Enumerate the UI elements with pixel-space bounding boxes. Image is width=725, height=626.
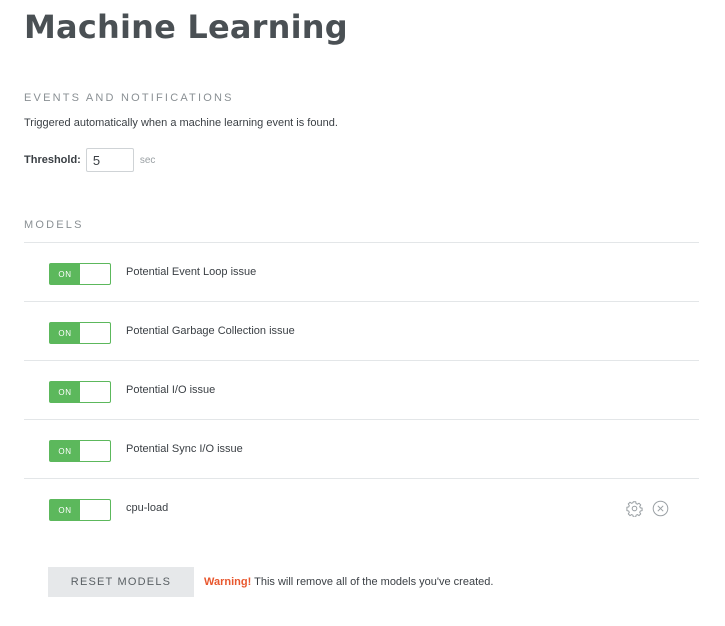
toggle-knob: [80, 500, 110, 520]
toggle-knob: [80, 382, 110, 402]
model-name: Potential Event Loop issue: [126, 266, 257, 278]
warning-label: Warning!: [204, 576, 252, 588]
threshold-unit: sec: [139, 154, 156, 166]
model-name: Potential I/O issue: [126, 384, 216, 396]
model-toggle[interactable]: ON: [49, 263, 111, 285]
model-row: ON Potential Event Loop issue: [24, 242, 699, 301]
toggle-on-label: ON: [50, 500, 80, 520]
threshold-label: Threshold:: [24, 154, 81, 166]
toggle-knob: [80, 264, 110, 284]
threshold-input[interactable]: [85, 148, 134, 172]
model-toggle[interactable]: ON: [49, 499, 111, 521]
model-toggle[interactable]: ON: [49, 440, 111, 462]
threshold-row: Threshold: sec: [24, 148, 155, 172]
toggle-knob: [80, 323, 110, 343]
model-row: ON Potential I/O issue: [24, 360, 699, 419]
model-name: Potential Sync I/O issue: [126, 443, 243, 455]
models-list: ON Potential Event Loop issue ON Potenti…: [24, 242, 699, 537]
close-circle-icon[interactable]: [652, 500, 669, 517]
model-toggle[interactable]: ON: [49, 322, 111, 344]
model-name: Potential Garbage Collection issue: [126, 325, 295, 337]
toggle-knob: [80, 441, 110, 461]
model-name: cpu-load: [126, 502, 169, 514]
models-section-heading: MODELS: [24, 219, 84, 231]
warning-message: This will remove all of the models you'v…: [251, 576, 494, 588]
toggle-on-label: ON: [50, 264, 80, 284]
reset-warning: Warning! This will remove all of the mod…: [204, 576, 493, 588]
model-row: ON Potential Garbage Collection issue: [24, 301, 699, 360]
events-section-heading: EVENTS AND NOTIFICATIONS: [24, 92, 234, 104]
events-description: Triggered automatically when a machine l…: [24, 117, 338, 129]
reset-models-button[interactable]: RESET MODELS: [48, 567, 194, 597]
toggle-on-label: ON: [50, 323, 80, 343]
toggle-on-label: ON: [50, 382, 80, 402]
toggle-on-label: ON: [50, 441, 80, 461]
page-title: Machine Learning: [24, 8, 348, 46]
model-toggle[interactable]: ON: [49, 381, 111, 403]
gear-icon[interactable]: [626, 500, 643, 518]
model-row: ON cpu-load: [24, 478, 699, 537]
model-row: ON Potential Sync I/O issue: [24, 419, 699, 478]
